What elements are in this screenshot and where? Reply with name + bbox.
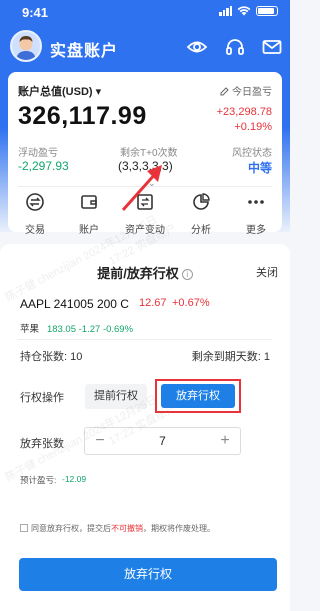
- holding-info: 持仓张数: 10: [20, 351, 83, 363]
- total-label[interactable]: 账户总值(USD) ▾: [18, 83, 101, 99]
- status-bar: 9:41: [0, 0, 290, 24]
- option-name: AAPL 241005 200 C: [20, 297, 129, 311]
- more-icon: [248, 200, 264, 204]
- exercise-sheet: 提前/放弃行权 i 关闭 AAPL 241005 200 C 12.67 +0.6…: [0, 244, 290, 611]
- highlight-box: 放弃行权: [155, 379, 241, 413]
- headset-icon[interactable]: [224, 36, 246, 58]
- wallet-icon: [81, 195, 97, 209]
- underlying-quote: 苹果 183.05 -1.27 -0.69%: [20, 324, 134, 335]
- option-price: 12.67: [139, 297, 167, 309]
- quick-action-account[interactable]: 账户: [65, 192, 113, 236]
- risk-value: 中等: [247, 161, 272, 175]
- sheet-title: 提前/放弃行权 i: [0, 263, 290, 282]
- estimated-pl-value: -12.09: [62, 474, 87, 484]
- avatar[interactable]: [10, 30, 42, 62]
- tplus-value: (3,3,3,3,3): [118, 159, 173, 173]
- early-exercise-button[interactable]: 提前行权: [85, 384, 147, 409]
- submit-abandon-button[interactable]: 放弃行权: [19, 558, 277, 591]
- tplus-label: 剩余T+0次数: [120, 148, 178, 159]
- asset-change-icon: [137, 194, 153, 210]
- option-change-pct: +0.67%: [172, 297, 210, 309]
- agreement-checkbox[interactable]: 同意放弃行权，提交后不可撤销，期权将作废处理。: [20, 523, 215, 534]
- quick-action-trade[interactable]: 交易: [11, 192, 59, 236]
- checkbox-icon[interactable]: [20, 524, 28, 532]
- edit-icon: [220, 87, 229, 96]
- quantity-label: 放弃张数: [20, 438, 64, 450]
- minus-icon[interactable]: −: [85, 428, 115, 454]
- quick-action-asset-change[interactable]: 资产变动: [121, 192, 169, 236]
- account-card: 账户总值(USD) ▾ 今日盈亏 326,117.99 +23,298.78 +…: [8, 72, 282, 236]
- total-value: 326,117.99: [18, 102, 147, 130]
- float-label: 浮动盈亏: [18, 148, 58, 159]
- plus-icon[interactable]: +: [210, 428, 240, 454]
- quantity-value[interactable]: 7: [115, 428, 210, 454]
- wifi-icon: [237, 6, 251, 16]
- info-icon[interactable]: i: [181, 269, 193, 280]
- today-label: 今日盈亏: [220, 83, 272, 98]
- divider: [18, 186, 272, 187]
- estimated-pl-label: 预计盈亏:: [20, 475, 57, 485]
- quick-action-more[interactable]: 更多: [232, 192, 280, 236]
- risk-label: 风控状态: [232, 148, 272, 159]
- days-to-expiry: 剩余到期天数: 1: [191, 351, 270, 363]
- close-button[interactable]: 关闭: [256, 264, 278, 280]
- status-time: 9:41: [22, 5, 49, 20]
- trade-icon: [26, 193, 44, 211]
- float-value: -2,297.93: [18, 159, 69, 173]
- quick-action-analysis[interactable]: 分析: [177, 192, 225, 236]
- battery-icon: [256, 6, 278, 16]
- abandon-exercise-button[interactable]: 放弃行权: [161, 384, 235, 408]
- pie-chart-icon: [193, 193, 210, 210]
- quantity-stepper: − 7 +: [84, 427, 241, 455]
- signal-icon: [219, 6, 232, 16]
- today-value: +23,298.78 +0.19%: [216, 106, 272, 133]
- action-label: 行权操作: [20, 392, 64, 404]
- chevron-down-icon[interactable]: ⌄: [148, 178, 156, 189]
- page-title: 实盘账户: [50, 43, 119, 60]
- navbar: 实盘账户: [0, 28, 290, 64]
- divider: [18, 339, 272, 340]
- eye-icon[interactable]: [186, 36, 208, 58]
- mail-icon[interactable]: [261, 36, 283, 58]
